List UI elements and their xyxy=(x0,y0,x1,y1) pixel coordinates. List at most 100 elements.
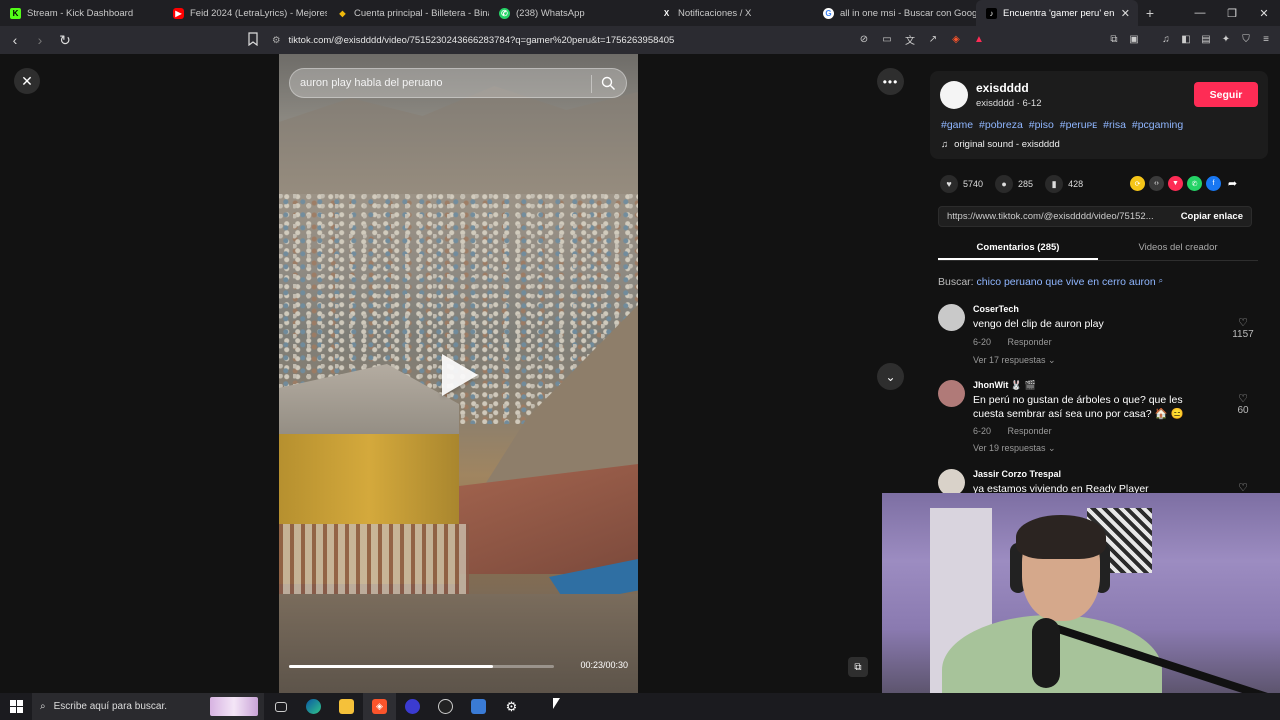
taskbar-search[interactable]: ⌕ Escribe aquí para buscar. xyxy=(32,693,264,720)
start-button[interactable] xyxy=(0,700,32,713)
menu-icon[interactable]: ≡ xyxy=(1258,31,1274,47)
sound-link[interactable]: ♫ original sound - exisdddd xyxy=(941,139,1060,150)
window-controls: — ❐ ✕ xyxy=(1184,0,1280,26)
comment-user[interactable]: JhonWit 🐰 🎬 xyxy=(973,380,1036,391)
hashtag-link[interactable]: #risa xyxy=(1103,119,1126,131)
translate-icon[interactable]: 文 xyxy=(902,31,918,47)
video-stage: ✕ auron play habla del peruano 00:23/00:… xyxy=(0,54,918,693)
site-settings-icon[interactable]: ⚙ xyxy=(272,35,281,46)
comment-meta: 6-20 Responder xyxy=(973,426,1066,436)
settings-icon[interactable]: ⚙ xyxy=(495,693,528,720)
hashtag-link[interactable]: #pobreza xyxy=(979,119,1023,131)
facebook-share-icon[interactable]: f xyxy=(1206,176,1221,191)
more-options-button[interactable]: ••• xyxy=(877,68,904,95)
hashtag-link[interactable]: #piso xyxy=(1029,119,1054,131)
reply-button[interactable]: Responder xyxy=(1008,426,1052,436)
comment-item: CoserTech vengo del clip de auron play 6… xyxy=(938,304,1258,374)
media-icon[interactable]: ♫ xyxy=(1158,31,1174,47)
hashtag-link[interactable]: #pcgaming xyxy=(1132,119,1183,131)
whatsapp-share-icon[interactable]: ✆ xyxy=(1187,176,1202,191)
cast-icon[interactable]: ▭ xyxy=(879,31,895,47)
screenshot-icon[interactable]: ▣ xyxy=(1126,31,1142,47)
new-tab-button[interactable]: + xyxy=(1138,5,1162,21)
like-count: 5740 xyxy=(963,179,984,189)
avatar[interactable] xyxy=(938,380,965,407)
comment-user[interactable]: CoserTech xyxy=(973,304,1019,314)
tab-binance[interactable]: ◆ Cuenta principal - Billetera - Binance xyxy=(327,0,489,26)
address-bar: ‹ › ↻ ⚙ tiktok.com/@exisdddd/video/75152… xyxy=(0,26,1280,54)
avatar[interactable] xyxy=(938,304,965,331)
bookmark-icon[interactable] xyxy=(248,32,258,46)
file-explorer-icon[interactable] xyxy=(330,693,363,720)
comment-like[interactable]: ♡ 60 xyxy=(1228,392,1258,416)
comment-user[interactable]: Jassir Corzo Trespal xyxy=(973,469,1061,479)
tab-whatsapp[interactable]: ✆ (238) WhatsApp xyxy=(489,0,651,26)
webcam-microphone xyxy=(1032,618,1060,688)
video-search-bar[interactable]: auron play habla del peruano xyxy=(289,68,627,98)
save-button[interactable]: ▮ 428 xyxy=(1045,175,1083,193)
restore-icon[interactable]: ❐ xyxy=(1216,7,1248,20)
hashtag-link[interactable]: #game xyxy=(941,119,973,131)
avatar[interactable] xyxy=(938,469,965,496)
picture-in-picture-icon[interactable]: ⧉ xyxy=(848,657,868,677)
reload-icon[interactable]: ↻ xyxy=(55,30,75,50)
tab-label: Notificaciones / X xyxy=(678,7,752,19)
calculator-icon[interactable] xyxy=(462,693,495,720)
close-tab-icon[interactable]: ✕ xyxy=(1121,7,1130,20)
back-icon[interactable]: ‹ xyxy=(5,30,25,50)
tab-tiktok[interactable]: ♪ Encuentra 'gamer peru' en TikTo ✕ xyxy=(976,0,1138,26)
close-window-icon[interactable]: ✕ xyxy=(1248,7,1280,20)
search-divider xyxy=(591,75,592,93)
obs-icon[interactable] xyxy=(396,693,429,720)
view-replies-button[interactable]: Ver 17 respuestas ⌄ xyxy=(973,355,1056,366)
send-icon[interactable]: ▼ xyxy=(1168,176,1183,191)
tab-label: Feid 2024 (LetraLyrics) - Mejores Can xyxy=(190,7,327,19)
repost-icon[interactable]: ⟳ xyxy=(1130,176,1145,191)
comment-like[interactable]: ♡ 1157 xyxy=(1228,316,1258,340)
follow-button[interactable]: Seguir xyxy=(1194,82,1258,107)
video-time: 00:23/00:30 xyxy=(580,660,628,670)
author-name[interactable]: exisdddd xyxy=(976,81,1029,95)
tab-x-notifications[interactable]: X Notificaciones / X xyxy=(651,0,813,26)
search-icon[interactable] xyxy=(601,76,616,91)
avatar[interactable] xyxy=(940,81,968,109)
brave-shield-icon[interactable]: ◈ xyxy=(948,31,964,47)
no-video-icon[interactable]: ⊘ xyxy=(856,31,872,47)
tab-label: all in one msi - Buscar con Google xyxy=(840,7,976,19)
heart-icon: ♥ xyxy=(940,175,958,193)
related-search[interactable]: Buscar: chico peruano que vive en cerro … xyxy=(938,276,1163,288)
tab-google[interactable]: G all in one msi - Buscar con Google xyxy=(813,0,976,26)
forward-icon[interactable]: › xyxy=(30,30,50,50)
vpn-icon[interactable]: ⛉ xyxy=(1238,31,1254,47)
brave-rewards-icon[interactable]: ▲ xyxy=(971,31,987,47)
next-video-button[interactable]: ⌄ xyxy=(877,363,904,390)
reply-button[interactable]: Responder xyxy=(1008,337,1052,347)
close-video-button[interactable]: ✕ xyxy=(14,68,40,94)
extensions-icon[interactable]: ⧉ xyxy=(1106,31,1122,47)
minimize-icon[interactable]: — xyxy=(1184,7,1216,19)
wallet-icon[interactable]: ▤ xyxy=(1198,31,1214,47)
leo-icon[interactable]: ✦ xyxy=(1218,31,1234,47)
tab-kick-dashboard[interactable]: K Stream - Kick Dashboard xyxy=(0,0,163,26)
hashtag-link[interactable]: #peruᴘᴇ xyxy=(1060,119,1097,131)
embed-icon[interactable]: ‹› xyxy=(1149,176,1164,191)
like-button[interactable]: ♥ 5740 xyxy=(940,175,983,193)
video-link[interactable]: https://www.tiktok.com/@exisdddd/video/7… xyxy=(939,211,1164,222)
view-replies-button[interactable]: Ver 19 respuestas ⌄ xyxy=(973,443,1056,454)
app-icon[interactable] xyxy=(429,693,462,720)
video-progress-bar[interactable] xyxy=(289,665,554,668)
edge-icon[interactable] xyxy=(297,693,330,720)
tab-comments[interactable]: Comentarios (285) xyxy=(938,239,1098,260)
share-icon[interactable]: ↗ xyxy=(925,31,941,47)
tab-youtube[interactable]: ▶ Feid 2024 (LetraLyrics) - Mejores Can xyxy=(163,0,327,26)
task-view-icon[interactable] xyxy=(264,693,297,720)
play-icon[interactable] xyxy=(442,354,478,396)
tab-creator-videos[interactable]: Videos del creador xyxy=(1098,239,1258,260)
copy-link-button[interactable]: Copiar enlace xyxy=(1181,211,1243,222)
sidebar-icon[interactable]: ◧ xyxy=(1178,31,1194,47)
comment-button[interactable]: ● 285 xyxy=(995,175,1033,193)
brave-icon[interactable]: ◈ xyxy=(363,693,396,720)
video-player[interactable]: auron play habla del peruano 00:23/00:30 xyxy=(279,54,638,693)
related-search-prefix: Buscar: xyxy=(938,276,977,288)
share-arrow-icon[interactable]: ➦ xyxy=(1225,176,1240,191)
